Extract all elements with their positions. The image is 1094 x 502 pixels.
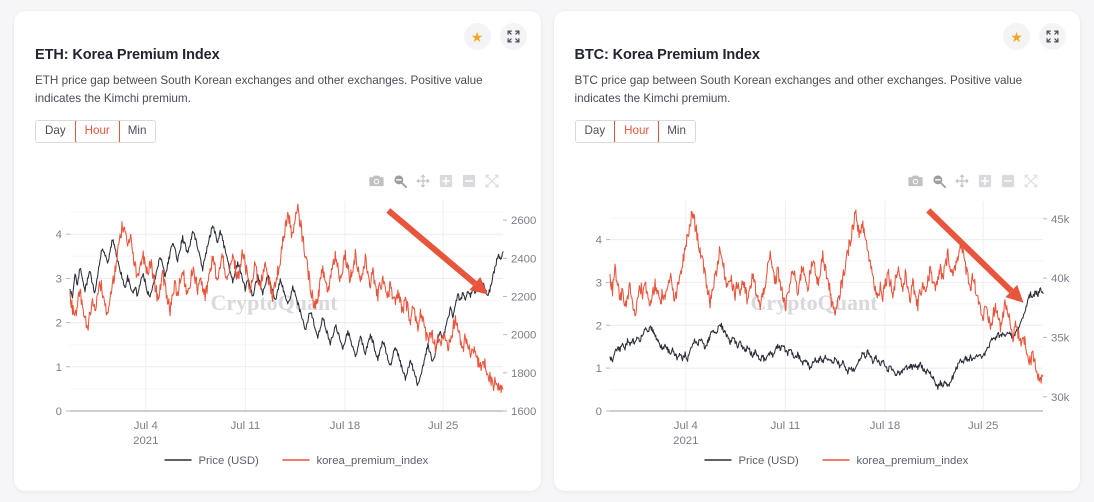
dashboard-board: ★ ETH: Korea Premium Index ETH price gap… [0, 0, 1094, 502]
camera-icon[interactable] [369, 174, 384, 188]
x-axis-tick: Jul 25 [967, 420, 997, 432]
y-axis-tick-left: 4 [595, 235, 601, 247]
chart-plot-group: CryptoQuant01234160018002000220024002600… [56, 201, 537, 467]
y-axis-tick-left: 1 [595, 363, 601, 375]
legend-label-price: Price (USD) [199, 455, 259, 467]
interval-option-day[interactable]: Day [576, 121, 616, 142]
y-axis-tick-right: 2000 [511, 330, 536, 342]
plot-toolbar-eth [369, 174, 499, 188]
x-axis-tick: Jul 18 [869, 420, 899, 432]
favorite-button[interactable]: ★ [1003, 23, 1030, 50]
x-axis-year-label: 2021 [133, 435, 158, 447]
zoom-icon[interactable] [932, 174, 946, 188]
y-axis-tick-left: 0 [56, 406, 62, 418]
y-axis-tick-right: 1800 [511, 368, 536, 380]
y-axis-tick-right: 2400 [511, 253, 536, 265]
arrow-shaft [928, 210, 1011, 291]
chart-btc[interactable]: CryptoQuant 0 1 2 3 4 30k 35k 40k 45k Jul 4 2021 Jul… [554, 189, 1081, 479]
zoom-out-icon[interactable] [1001, 174, 1015, 188]
star-icon: ★ [1010, 30, 1023, 44]
y-axis-tick-right: 2600 [511, 215, 536, 227]
x-axis-year-label: 2021 [673, 435, 698, 447]
interval-option-min[interactable]: Min [658, 121, 695, 142]
legend-label-premium: korea_premium_index [856, 455, 968, 467]
fullscreen-icon [1046, 30, 1059, 43]
y-axis-tick-right: 2200 [511, 292, 536, 304]
chart-legend: Price (USD) korea_premium_index [165, 455, 429, 467]
x-axis-tick: Jul 11 [231, 420, 261, 432]
fullscreen-button[interactable] [500, 23, 527, 50]
zoom-in-icon[interactable] [439, 174, 453, 188]
chart-card-btc: ★ BTC: Korea Premium Index BTC price gap… [554, 11, 1081, 491]
y-axis-tick-right: 45k [1051, 214, 1070, 226]
y-axis-tick-left: 2 [56, 318, 62, 330]
zoom-out-icon[interactable] [462, 174, 476, 188]
interval-toggle-group[interactable]: Day Hour Min [35, 120, 156, 143]
annotation-downtrend-arrow [388, 210, 488, 294]
y-axis-tick-left: 0 [595, 406, 601, 418]
annotation-downtrend-arrow [928, 210, 1023, 302]
arrow-shaft [388, 210, 475, 283]
fullscreen-button[interactable] [1039, 23, 1066, 50]
x-axis-tick: Jul 25 [428, 420, 458, 432]
y-axis-tick-right: 1600 [511, 406, 536, 418]
x-axis-tick: Jul 4 [134, 420, 158, 432]
plot-toolbar-btc [908, 174, 1038, 188]
zoom-in-icon[interactable] [978, 174, 992, 188]
y-axis-tick-left: 3 [595, 277, 601, 289]
card-description: BTC price gap between South Korean excha… [575, 72, 1045, 108]
chart-legend: Price (USD) korea_premium_index [704, 455, 968, 467]
interval-option-hour[interactable]: Hour [614, 120, 659, 143]
y-axis-tick-right: 35k [1051, 332, 1070, 344]
autoscale-icon[interactable] [485, 174, 499, 188]
x-axis-tick: Jul 4 [673, 420, 697, 432]
zoom-icon[interactable] [393, 174, 407, 188]
star-icon: ★ [471, 30, 484, 44]
legend-label-premium: korea_premium_index [317, 455, 429, 467]
y-axis-tick-left: 1 [56, 362, 62, 374]
plot-area-eth[interactable]: CryptoQuant01234160018002000220024002600… [14, 189, 541, 479]
chart-eth[interactable]: CryptoQuant01234160018002000220024002600… [14, 189, 541, 479]
camera-icon[interactable] [908, 174, 923, 188]
y-axis-tick-left: 4 [56, 229, 62, 241]
x-axis-tick: Jul 11 [770, 420, 800, 432]
interval-toggle-group[interactable]: Day Hour Min [575, 120, 696, 143]
chart-plot-group: CryptoQuant 0 1 2 3 4 30k 35k 40k 45k Jul 4 2021 Jul… [595, 201, 1069, 467]
card-actions-btc: ★ [1003, 23, 1066, 50]
x-axis-tick: Jul 18 [330, 420, 360, 432]
y-axis-tick-left: 3 [56, 273, 62, 285]
chart-card-eth: ★ ETH: Korea Premium Index ETH price gap… [14, 11, 541, 491]
interval-option-hour[interactable]: Hour [75, 120, 120, 143]
legend-label-price: Price (USD) [738, 455, 798, 467]
watermark: CryptoQuant [750, 290, 878, 315]
fullscreen-icon [507, 30, 520, 43]
interval-option-day[interactable]: Day [36, 121, 76, 142]
card-actions-eth: ★ [464, 23, 527, 50]
autoscale-icon[interactable] [1024, 174, 1038, 188]
y-axis-tick-right: 30k [1051, 392, 1070, 404]
plot-area-btc[interactable]: CryptoQuant 0 1 2 3 4 30k 35k 40k 45k Jul 4 2021 Jul… [554, 189, 1081, 479]
pan-icon[interactable] [955, 174, 969, 188]
y-axis-tick-left: 2 [595, 320, 601, 332]
card-description: ETH price gap between South Korean excha… [35, 72, 505, 108]
pan-icon[interactable] [416, 174, 430, 188]
interval-option-min[interactable]: Min [119, 121, 156, 142]
y-axis-tick-right: 40k [1051, 273, 1070, 285]
favorite-button[interactable]: ★ [464, 23, 491, 50]
